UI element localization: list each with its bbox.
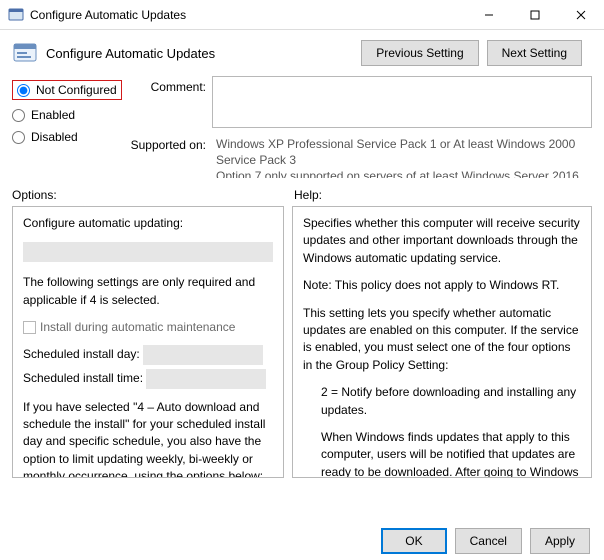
checkbox-icon — [23, 321, 36, 334]
radio-not-configured-input[interactable] — [17, 84, 30, 97]
help-opt2: 2 = Notify before downloading and instal… — [303, 384, 581, 419]
radio-disabled[interactable]: Disabled — [12, 130, 122, 144]
options-configure-label: Configure automatic updating: — [23, 215, 273, 232]
help-opt2-desc: When Windows finds updates that apply to… — [303, 429, 581, 478]
policy-icon — [12, 40, 38, 66]
previous-setting-button[interactable]: Previous Setting — [361, 40, 478, 66]
help-p2: Note: This policy does not apply to Wind… — [303, 277, 581, 294]
close-button[interactable] — [558, 0, 604, 30]
help-p1: Specifies whether this computer will rec… — [303, 215, 581, 267]
help-p3: This setting lets you specify whether au… — [303, 305, 581, 375]
checkbox-install-maintenance[interactable]: Install during automatic maintenance — [23, 319, 273, 336]
options-schedule-paragraph: If you have selected "4 – Auto download … — [23, 399, 273, 478]
radio-enabled-input[interactable] — [12, 109, 25, 122]
scheduled-day-select[interactable] — [143, 345, 263, 365]
ok-button[interactable]: OK — [381, 528, 446, 554]
configure-updating-select[interactable] — [23, 242, 273, 262]
help-panel[interactable]: Specifies whether this computer will rec… — [292, 206, 592, 478]
options-section-label: Options: — [12, 188, 294, 202]
app-icon — [8, 7, 24, 23]
radio-not-configured[interactable]: Not Configured — [17, 83, 117, 97]
apply-button[interactable]: Apply — [530, 528, 590, 554]
scheduled-day-label: Scheduled install day: — [23, 347, 140, 361]
radio-enabled[interactable]: Enabled — [12, 108, 122, 122]
radio-disabled-input[interactable] — [12, 131, 25, 144]
scheduled-time-select[interactable] — [146, 369, 266, 389]
radio-enabled-label: Enabled — [31, 108, 75, 122]
supported-on-label: Supported on: — [130, 134, 206, 178]
cancel-button[interactable]: Cancel — [455, 528, 522, 554]
window-title: Configure Automatic Updates — [30, 8, 466, 22]
page-title: Configure Automatic Updates — [46, 46, 361, 61]
help-section-label: Help: — [294, 188, 592, 202]
options-note-required: The following settings are only required… — [23, 274, 273, 309]
scheduled-time-label: Scheduled install time: — [23, 371, 143, 385]
titlebar: Configure Automatic Updates — [0, 0, 604, 30]
header: Configure Automatic Updates Previous Set… — [0, 30, 604, 74]
highlight-not-configured: Not Configured — [12, 80, 122, 100]
options-panel[interactable]: Configure automatic updating: The follow… — [12, 206, 284, 478]
maximize-button[interactable] — [512, 0, 558, 30]
checkbox-install-maintenance-label: Install during automatic maintenance — [40, 319, 235, 336]
dialog-footer: OK Cancel Apply — [381, 528, 590, 554]
comment-input[interactable] — [212, 76, 592, 128]
next-setting-button[interactable]: Next Setting — [487, 40, 582, 66]
radio-disabled-label: Disabled — [31, 130, 78, 144]
state-radio-group: Not Configured Enabled Disabled — [12, 76, 122, 178]
supported-on-text: Windows XP Professional Service Pack 1 o… — [212, 134, 592, 178]
comment-label: Comment: — [130, 76, 206, 128]
minimize-button[interactable] — [466, 0, 512, 30]
radio-not-configured-label: Not Configured — [36, 83, 117, 97]
